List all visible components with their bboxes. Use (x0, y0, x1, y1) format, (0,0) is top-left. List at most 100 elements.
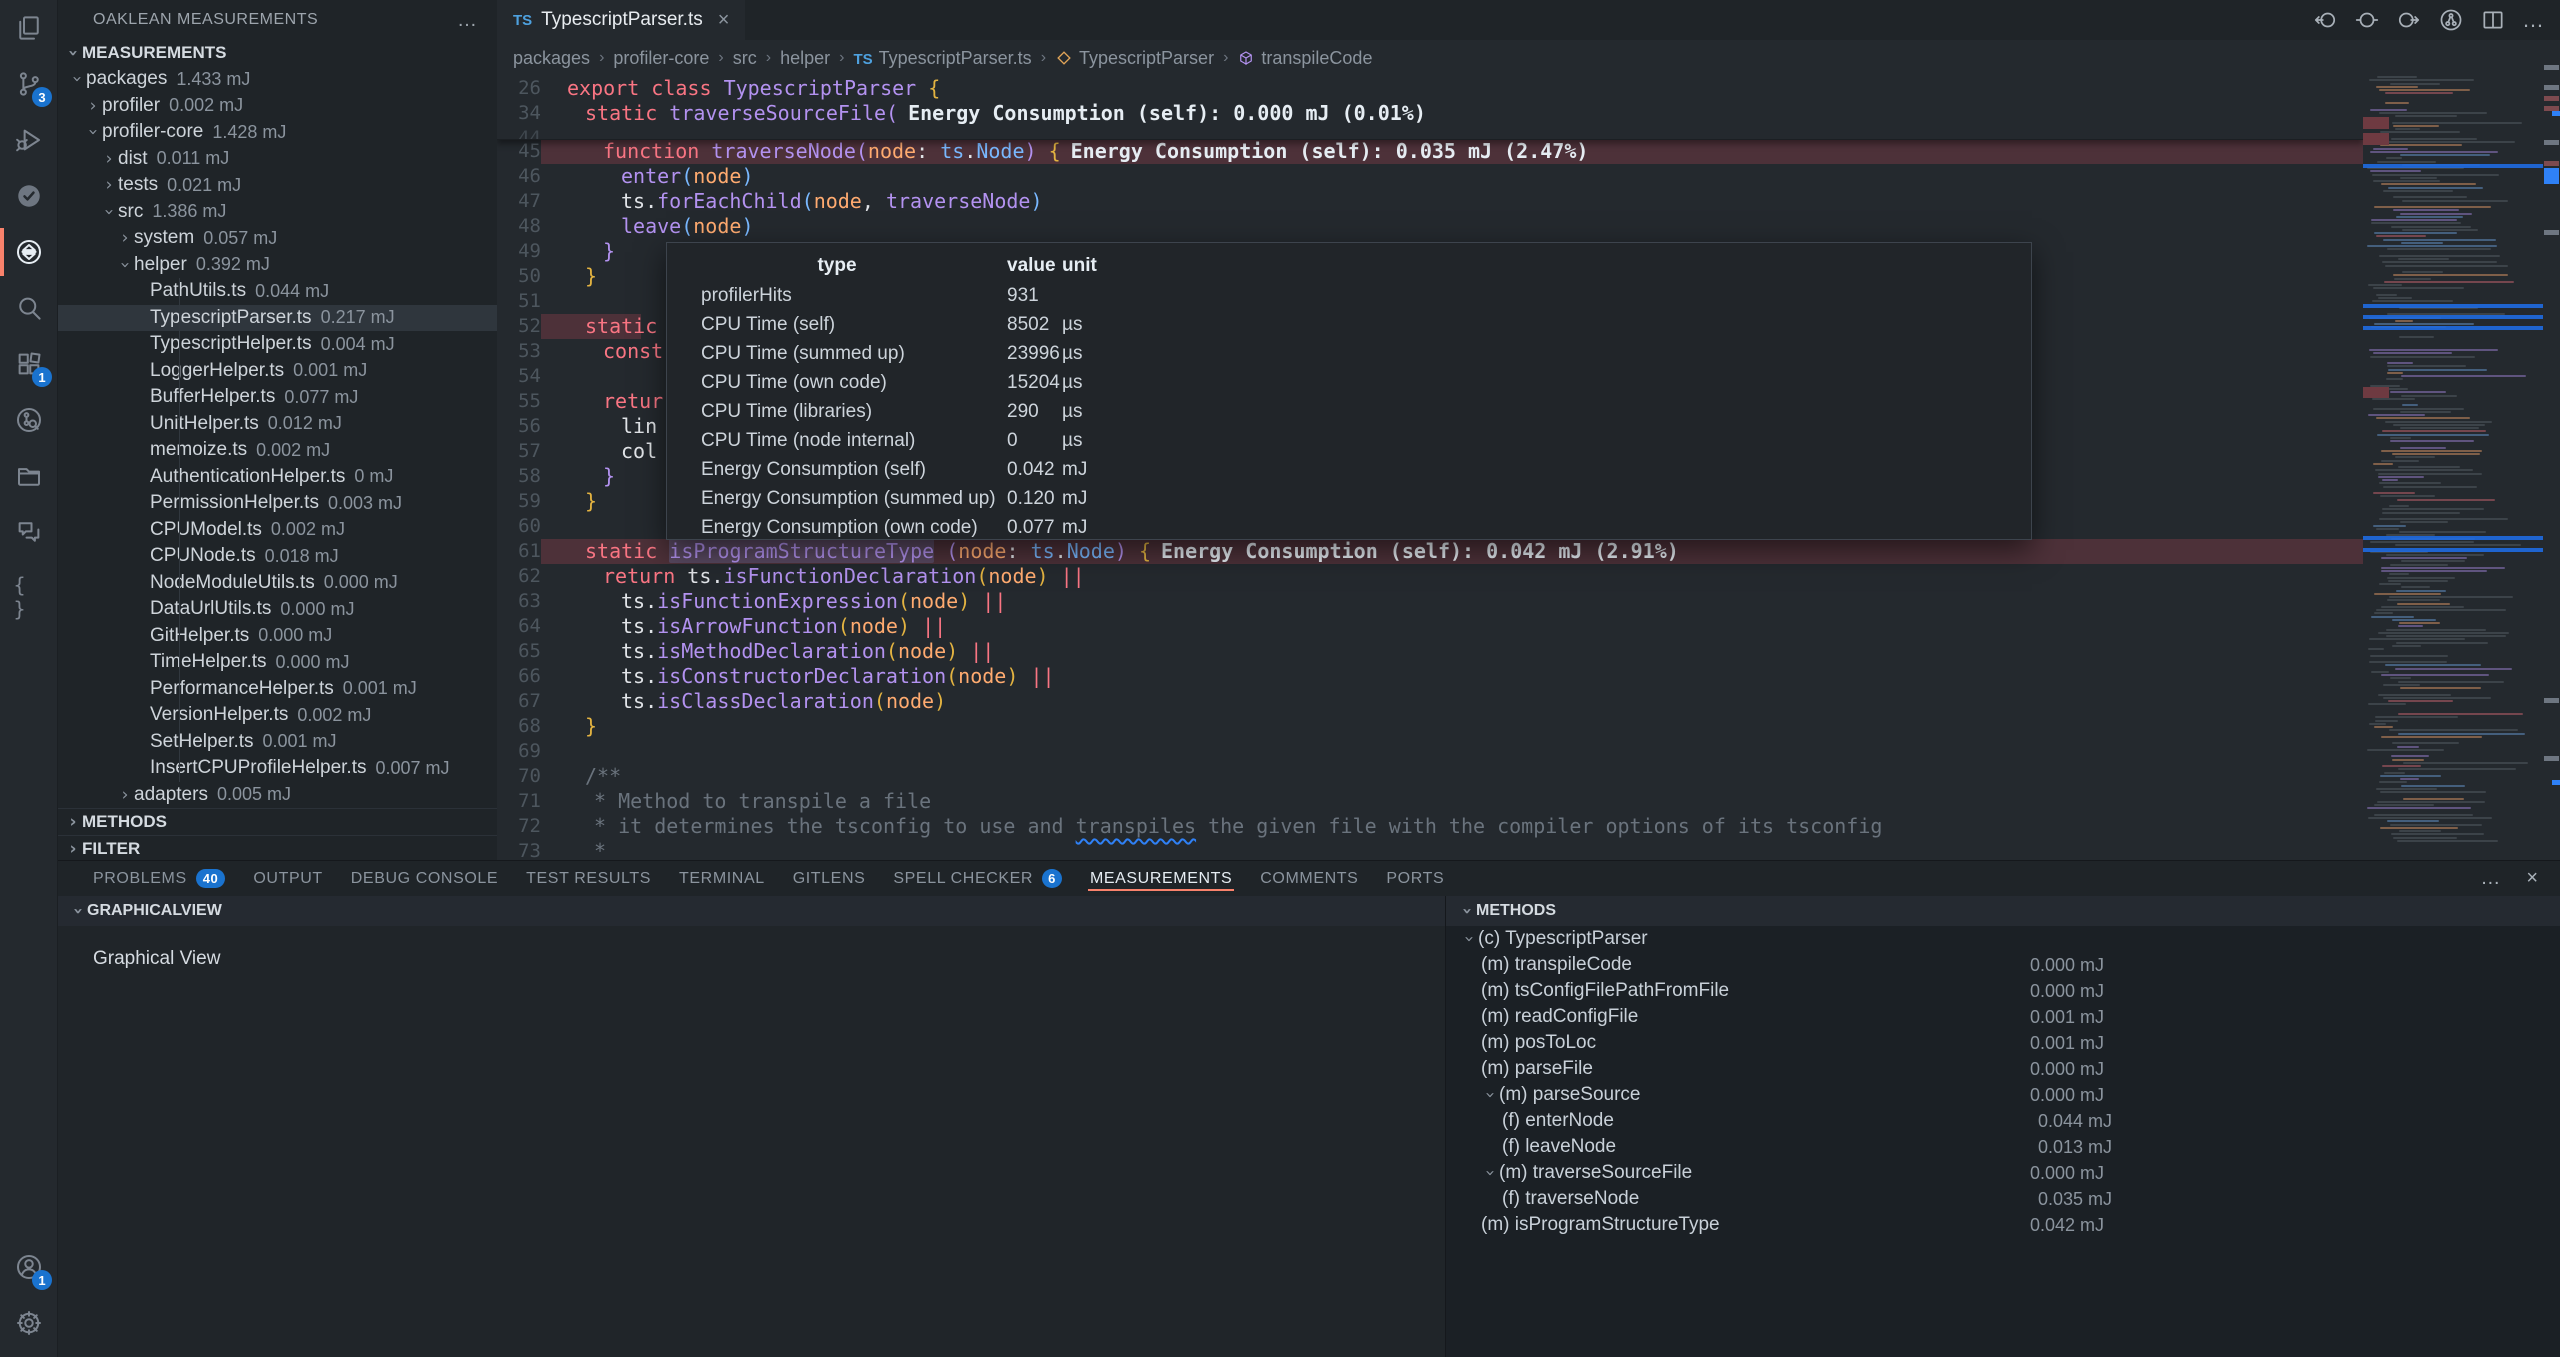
files-button[interactable] (0, 0, 57, 56)
methods-item-mposToLoc[interactable]: (m) posToLoc0.001 mJ (1446, 1030, 2560, 1056)
breadcrumb-item-profiler-core[interactable]: profiler-core (613, 48, 709, 69)
panel-tab-test-results[interactable]: TEST RESULTS (512, 861, 665, 896)
methods-item-ftraverseNode[interactable]: (f) traverseNode0.035 mJ (1446, 1186, 2560, 1212)
panel-tab-terminal[interactable]: TERMINAL (665, 861, 779, 896)
graphicalview-header[interactable]: › GRAPHICALVIEW (57, 896, 1445, 926)
tree-item-DataUrlUtils.ts[interactable]: DataUrlUtils.ts0.000 mJ (58, 596, 497, 623)
breadcrumb-item-packages[interactable]: packages (513, 48, 590, 69)
code-line-61[interactable]: 61static isProgramStructureType (node: t… (497, 539, 2363, 564)
panel-tab-problems[interactable]: PROBLEMS40 (79, 861, 239, 896)
nav-dot-icon[interactable] (2354, 7, 2380, 33)
panel-close-icon[interactable]: × (2526, 867, 2538, 890)
code-line-73[interactable]: 73* (497, 839, 2363, 860)
tree-item-CPUNode.ts[interactable]: CPUNode.ts0.018 mJ (58, 543, 497, 570)
tree-item-profiler-core[interactable]: ›profiler-core1.428 mJ (58, 119, 497, 146)
panel-tab-gitlens[interactable]: GITLENS (779, 861, 880, 896)
methods-header[interactable]: › METHODS (1446, 896, 2560, 926)
tree-item-BufferHelper.ts[interactable]: BufferHelper.ts0.077 mJ (58, 384, 497, 411)
code-line-72[interactable]: 72* it determines the tsconfig to use an… (497, 814, 2363, 839)
breadcrumb-item-src[interactable]: src (733, 48, 757, 69)
tree-item-VersionHelper.ts[interactable]: VersionHelper.ts0.002 mJ (58, 702, 497, 729)
tree-item-GitHelper.ts[interactable]: GitHelper.ts0.000 mJ (58, 623, 497, 650)
methods-item-mreadConfigFile[interactable]: (m) readConfigFile0.001 mJ (1446, 1004, 2560, 1030)
split-icon[interactable] (2480, 7, 2506, 33)
section-filter[interactable]: › FILTER (58, 835, 497, 860)
tree-item-adapters[interactable]: ›adapters0.005 mJ (58, 782, 497, 809)
code-line-44[interactable]: 44 (497, 126, 2363, 139)
nav-back-icon[interactable] (2312, 7, 2338, 33)
breadcrumb-item-TypescriptParser.ts[interactable]: TSTypescriptParser.ts (853, 48, 1031, 69)
testing-button[interactable] (0, 168, 57, 224)
tree-item-src[interactable]: ›src1.386 mJ (58, 199, 497, 226)
settings-gear-button[interactable] (0, 1295, 57, 1351)
tab-typescriptparser[interactable]: TS TypescriptParser.ts × (497, 0, 745, 40)
run-debug-button[interactable] (0, 112, 57, 168)
code-line-69[interactable]: 69 (497, 739, 2363, 764)
code-line-68[interactable]: 68} (497, 714, 2363, 739)
breadcrumb-item-transpileCode[interactable]: transpileCode (1237, 48, 1372, 69)
tree-item-SetHelper.ts[interactable]: SetHelper.ts0.001 mJ (58, 729, 497, 756)
code-line-70[interactable]: 70/** (497, 764, 2363, 789)
methods-item-misProgramStructureType[interactable]: (m) isProgramStructureType0.042 mJ (1446, 1212, 2560, 1238)
tree-item-CPUModel.ts[interactable]: CPUModel.ts0.002 mJ (58, 517, 497, 544)
panel-tab-output[interactable]: OUTPUT (239, 861, 336, 896)
overview-ruler[interactable] (2543, 40, 2560, 860)
tree-item-dist[interactable]: ›dist0.011 mJ (58, 146, 497, 173)
code-line-48[interactable]: 48leave(node) (497, 214, 2363, 239)
tree-item-profiler[interactable]: ›profiler0.002 mJ (58, 93, 497, 120)
code-line-66[interactable]: 66ts.isConstructorDeclaration(node) || (497, 664, 2363, 689)
tree-item-memoize.ts[interactable]: memoize.ts0.002 mJ (58, 437, 497, 464)
code-line-62[interactable]: 62return ts.isFunctionDeclaration(node) … (497, 564, 2363, 589)
methods-item-mtranspileCode[interactable]: (m) transpileCode0.000 mJ (1446, 952, 2560, 978)
code-line-47[interactable]: 47ts.forEachChild(node, traverseNode) (497, 189, 2363, 214)
code-line-63[interactable]: 63ts.isFunctionExpression(node) || (497, 589, 2363, 614)
code-line-65[interactable]: 65ts.isMethodDeclaration(node) || (497, 639, 2363, 664)
tree-item-InsertCPUProfileHelper.ts[interactable]: InsertCPUProfileHelper.ts0.007 mJ (58, 755, 497, 782)
code-line-64[interactable]: 64ts.isArrowFunction(node) || (497, 614, 2363, 639)
panel-tab-ports[interactable]: PORTS (1372, 861, 1458, 896)
graph-icon[interactable] (2438, 7, 2464, 33)
methods-item-fleaveNode[interactable]: (f) leaveNode0.013 mJ (1446, 1134, 2560, 1160)
panel-tab-spell-checker[interactable]: SPELL CHECKER6 (879, 861, 1076, 896)
code-line-71[interactable]: 71* Method to transpile a file (497, 789, 2363, 814)
extensions-button[interactable]: 1 (0, 336, 57, 392)
tree-item-TypescriptHelper.ts[interactable]: TypescriptHelper.ts0.004 mJ (58, 331, 497, 358)
methods-item-mparseSource[interactable]: ›(m) parseSource0.000 mJ (1446, 1082, 2560, 1108)
tab-close-icon[interactable]: × (718, 9, 730, 32)
code-line-34[interactable]: 34static traverseSourceFile(Energy Consu… (497, 101, 2363, 126)
brackets-button[interactable]: { } (0, 560, 57, 616)
tree-item-PermissionHelper.ts[interactable]: PermissionHelper.ts0.003 mJ (58, 490, 497, 517)
section-measurements[interactable]: › MEASUREMENTS (58, 40, 497, 66)
nav-forward-icon[interactable] (2396, 7, 2422, 33)
panel-tab-comments[interactable]: COMMENTS (1246, 861, 1372, 896)
tree-item-LoggerHelper.ts[interactable]: LoggerHelper.ts0.001 mJ (58, 358, 497, 385)
sidebar-more-actions-icon[interactable]: … (457, 9, 479, 32)
tree-item-TypescriptParser.ts[interactable]: TypescriptParser.ts0.217 mJ (58, 305, 497, 332)
tree-item-UnitHelper.ts[interactable]: UnitHelper.ts0.012 mJ (58, 411, 497, 438)
explorer-folder-button[interactable] (0, 448, 57, 504)
comments-button[interactable] (0, 504, 57, 560)
gitlens-button[interactable] (0, 392, 57, 448)
code-line-45[interactable]: 45function traverseNode(node: ts.Node) {… (497, 139, 2363, 164)
tree-item-TimeHelper.ts[interactable]: TimeHelper.ts0.000 mJ (58, 649, 497, 676)
code-line-46[interactable]: 46enter(node) (497, 164, 2363, 189)
code-line-67[interactable]: 67ts.isClassDeclaration(node) (497, 689, 2363, 714)
panel-tab-measurements[interactable]: MEASUREMENTS (1076, 861, 1246, 896)
tree-item-PerformanceHelper.ts[interactable]: PerformanceHelper.ts0.001 mJ (58, 676, 497, 703)
methods-item-mparseFile[interactable]: (m) parseFile0.000 mJ (1446, 1056, 2560, 1082)
methods-item-mtraverseSourceFile[interactable]: ›(m) traverseSourceFile0.000 mJ (1446, 1160, 2560, 1186)
panel-tab-debug-console[interactable]: DEBUG CONSOLE (337, 861, 512, 896)
minimap[interactable] (2363, 76, 2543, 860)
methods-item-mtsConfigFilePathFromFile[interactable]: (m) tsConfigFilePathFromFile0.000 mJ (1446, 978, 2560, 1004)
section-methods[interactable]: › METHODS (58, 808, 497, 835)
tree-item-system[interactable]: ›system0.057 mJ (58, 225, 497, 252)
tree-item-PathUtils.ts[interactable]: PathUtils.ts0.044 mJ (58, 278, 497, 305)
breadcrumb-item-helper[interactable]: helper (780, 48, 830, 69)
accounts-button[interactable]: 1 (0, 1239, 57, 1295)
tree-item-AuthenticationHelper.ts[interactable]: AuthenticationHelper.ts0 mJ (58, 464, 497, 491)
search-button[interactable] (0, 280, 57, 336)
source-control-button[interactable]: 3 (0, 56, 57, 112)
tree-item-NodeModuleUtils.ts[interactable]: NodeModuleUtils.ts0.000 mJ (58, 570, 497, 597)
tree-item-tests[interactable]: ›tests0.021 mJ (58, 172, 497, 199)
tree-item-helper[interactable]: ›helper0.392 mJ (58, 252, 497, 279)
